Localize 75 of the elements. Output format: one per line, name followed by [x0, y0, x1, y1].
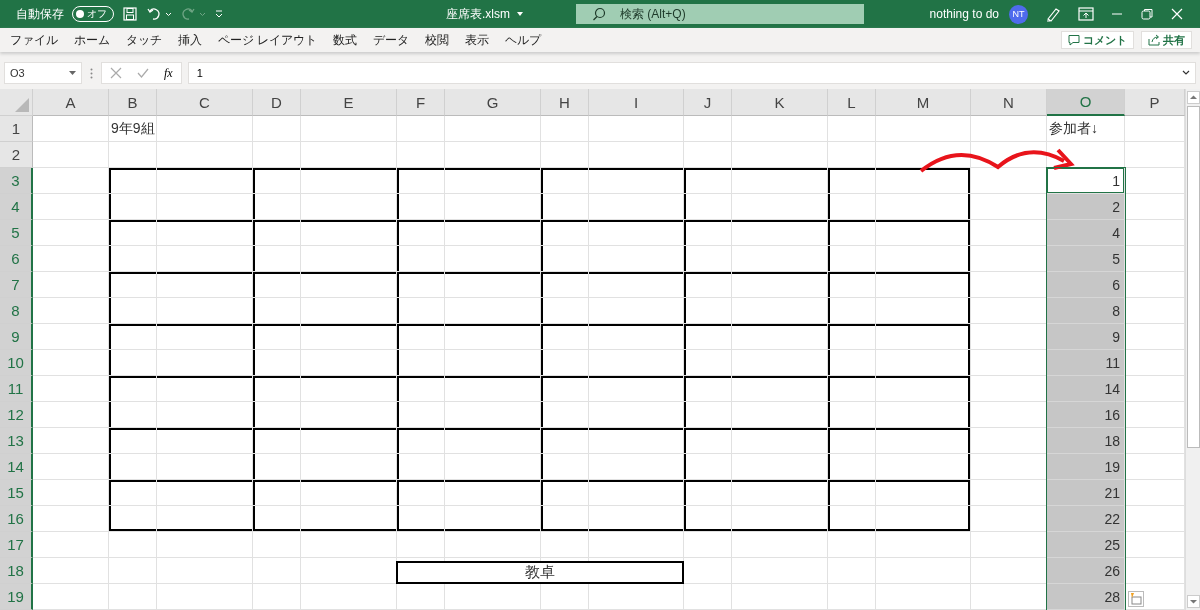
- row-header[interactable]: 11: [0, 376, 33, 402]
- sheet-cell[interactable]: 21: [1047, 480, 1125, 506]
- name-box[interactable]: O3: [4, 62, 82, 84]
- row-header[interactable]: 18: [0, 558, 33, 584]
- column-header[interactable]: D: [253, 89, 301, 116]
- sheet-cell[interactable]: 参加者↓: [1047, 116, 1125, 142]
- column-header[interactable]: J: [684, 89, 732, 116]
- menu-tab[interactable]: タッチ: [118, 31, 170, 49]
- row-header[interactable]: 2: [0, 142, 33, 168]
- row-header[interactable]: 4: [0, 194, 33, 220]
- sheet-cell[interactable]: 9年9組: [109, 116, 157, 142]
- sheet-cell[interactable]: 19: [1047, 454, 1125, 480]
- row-header[interactable]: 19: [0, 584, 33, 610]
- menu-tab[interactable]: データ: [365, 31, 418, 49]
- column-header[interactable]: P: [1125, 89, 1185, 116]
- sheet-cell[interactable]: 22: [1047, 506, 1125, 532]
- column-header[interactable]: L: [828, 89, 876, 116]
- menu-tab[interactable]: ページ レイアウト: [210, 31, 326, 49]
- row-header[interactable]: 16: [0, 506, 33, 532]
- row-header[interactable]: 10: [0, 350, 33, 376]
- column-header[interactable]: H: [541, 89, 589, 116]
- row-header[interactable]: 6: [0, 246, 33, 272]
- column-header[interactable]: C: [157, 89, 253, 116]
- sheet-cell[interactable]: 18: [1047, 428, 1125, 454]
- comment-button[interactable]: コメント: [1061, 31, 1134, 49]
- row-header[interactable]: 14: [0, 454, 33, 480]
- row-header[interactable]: 8: [0, 298, 33, 324]
- formula-field[interactable]: 1: [187, 62, 1196, 84]
- sheet-cell[interactable]: 28: [1047, 584, 1125, 610]
- sheet-cell[interactable]: 8: [1047, 298, 1125, 324]
- sheet-cell[interactable]: 5: [1047, 246, 1125, 272]
- row-header[interactable]: 15: [0, 480, 33, 506]
- sheet-cell[interactable]: 14: [1047, 376, 1125, 402]
- search-field[interactable]: 検索 (Alt+Q): [576, 4, 864, 24]
- menu-tab[interactable]: 挿入: [170, 31, 210, 49]
- column-header[interactable]: O: [1047, 89, 1125, 116]
- column-header[interactable]: I: [589, 89, 684, 116]
- autosave-label: 自動保存: [16, 5, 64, 23]
- sheet-cell[interactable]: 25: [1047, 532, 1125, 558]
- column-header[interactable]: B: [109, 89, 157, 116]
- row-header[interactable]: 13: [0, 428, 33, 454]
- column-header[interactable]: K: [732, 89, 828, 116]
- column-header[interactable]: E: [301, 89, 397, 116]
- insert-function-button[interactable]: fx: [164, 65, 173, 81]
- row-header[interactable]: 1: [0, 116, 33, 142]
- menu-tab[interactable]: ヘルプ: [497, 31, 550, 49]
- sheet-cell[interactable]: 26: [1047, 558, 1125, 584]
- sheet-cell[interactable]: 9: [1047, 324, 1125, 350]
- avatar[interactable]: NT: [1009, 4, 1028, 24]
- row-header[interactable]: 9: [0, 324, 33, 350]
- row-header[interactable]: 5: [0, 220, 33, 246]
- sheet-cell[interactable]: 1: [1047, 168, 1125, 194]
- column-header[interactable]: A: [33, 89, 109, 116]
- sheet-cell[interactable]: 16: [1047, 402, 1125, 428]
- column-header[interactable]: M: [876, 89, 971, 116]
- menu-tab[interactable]: 数式: [325, 31, 366, 49]
- row-header[interactable]: 7: [0, 272, 33, 298]
- sheet-cell[interactable]: 2: [1047, 194, 1125, 220]
- column-header[interactable]: N: [971, 89, 1047, 116]
- menu-tab[interactable]: 表示: [457, 31, 498, 49]
- column-header[interactable]: G: [445, 89, 541, 116]
- row-header[interactable]: 17: [0, 532, 33, 558]
- menu-tab[interactable]: 校閲: [417, 31, 458, 49]
- menu-tab[interactable]: ファイル: [2, 31, 66, 49]
- sheet-cell[interactable]: 6: [1047, 272, 1125, 298]
- file-name[interactable]: 座席表.xlsm: [446, 5, 576, 23]
- sheet-cell[interactable]: 4: [1047, 220, 1125, 246]
- user-name: nothing to do: [929, 7, 999, 21]
- column-header[interactable]: F: [397, 89, 445, 116]
- row-header[interactable]: 12: [0, 402, 33, 428]
- menu-tab[interactable]: ホーム: [66, 31, 118, 49]
- row-header[interactable]: 3: [0, 168, 33, 194]
- sheet-cell[interactable]: 11: [1047, 350, 1125, 376]
- share-button[interactable]: 共有: [1141, 31, 1192, 49]
- teacher-desk: 教卓: [396, 561, 684, 584]
